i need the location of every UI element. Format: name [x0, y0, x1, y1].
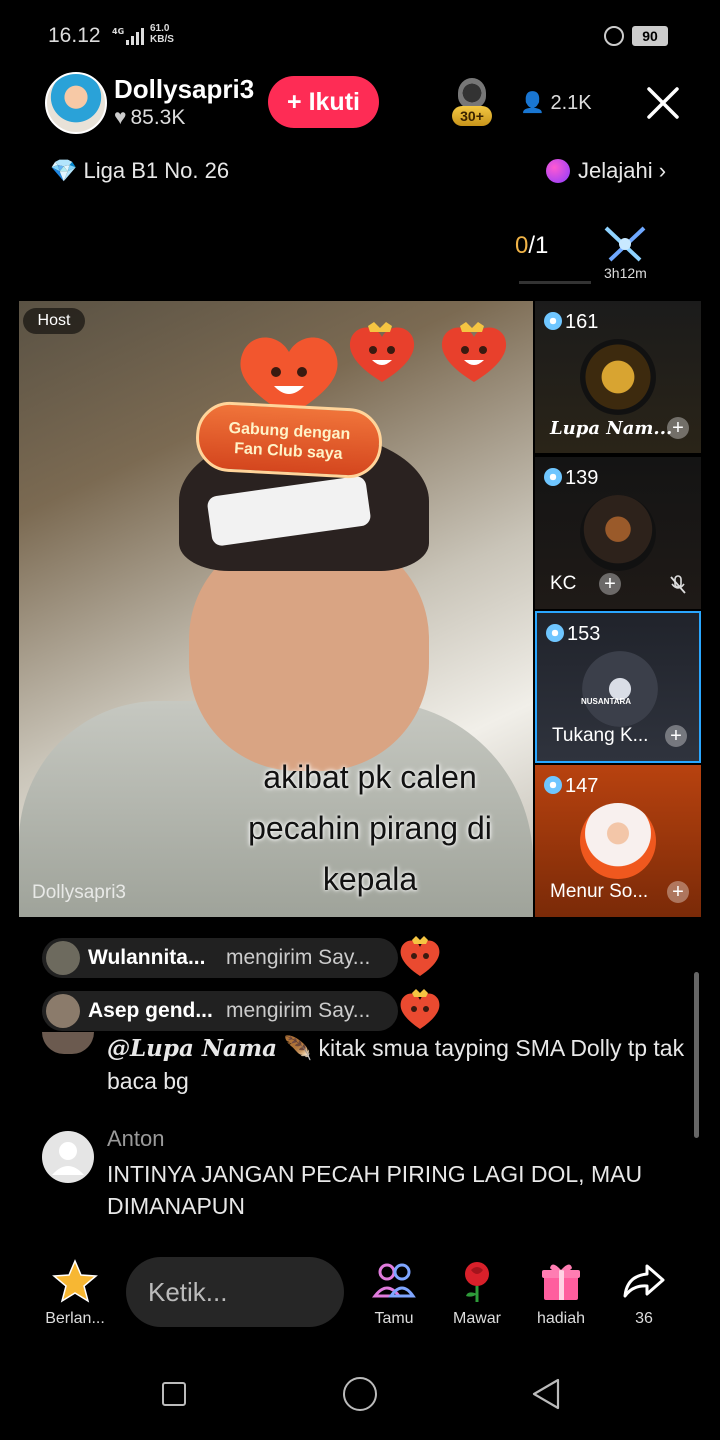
default-user-icon — [52, 1142, 84, 1175]
diamond-icon: 💎 — [50, 158, 78, 183]
gift-box-icon — [542, 1264, 580, 1300]
rotation-lock-icon — [604, 26, 624, 46]
chat-scrollbar[interactable] — [694, 972, 699, 1138]
recent-apps-button[interactable] — [162, 1382, 186, 1406]
guest-name: Lupa Nam... — [550, 418, 673, 439]
gifter-rank-badge[interactable]: 30+ — [448, 78, 496, 128]
battle-timer: 3h12m — [604, 265, 647, 281]
battle-swords-icon[interactable] — [600, 222, 650, 268]
heart-icon: ♥ — [114, 106, 127, 129]
heart-sticker-icon — [349, 322, 415, 382]
comment-text: INTINYA JANGAN PECAH PIRING LAGI DOL, MA… — [107, 1161, 643, 1219]
gifter-avatar — [46, 994, 80, 1028]
guest-avatar-text: NUSANTARA — [581, 697, 632, 706]
heart-gift-icon — [400, 989, 440, 1029]
follow-guest-button[interactable]: + — [667, 881, 689, 903]
network-speed: 61.0 KB/S — [150, 23, 174, 45]
chevron-right-icon: › — [658, 158, 667, 183]
guest-avatar — [582, 651, 658, 727]
video-caption: akibat pk calen pecahin pirang di kepala — [248, 759, 492, 897]
viewer-count[interactable]: 👤 2.1K — [520, 90, 592, 115]
comment-input[interactable]: Ketik... — [126, 1257, 344, 1327]
fan-club-join-banner[interactable]: Gabung dengan Fan Club saya — [194, 400, 384, 480]
gifter-name: Asep gend... — [88, 999, 213, 1022]
comment-user[interactable]: Anton — [107, 1126, 165, 1152]
host-likes: ♥ 85.3K — [114, 106, 186, 129]
favorites-button[interactable]: Berlan... — [34, 1258, 116, 1328]
guests-button[interactable]: Tamu — [353, 1258, 435, 1328]
rank-label: 30+ — [452, 106, 492, 126]
heart-sticker-icon — [441, 322, 507, 382]
guests-icon — [371, 1263, 416, 1298]
guest-slot-2[interactable]: 139 KC + — [535, 457, 701, 609]
heart-gift-icon — [400, 936, 440, 976]
explore-orb-icon — [546, 159, 570, 183]
guest-slot-4[interactable]: 147 Menur So... + — [535, 765, 701, 917]
rose-gift-button[interactable]: Mawar — [436, 1258, 518, 1328]
guest-score: 139 — [544, 467, 598, 490]
gifter-avatar — [46, 941, 80, 975]
share-button[interactable]: 36 — [603, 1258, 685, 1328]
feather-icon: 🪶 — [283, 1035, 313, 1061]
gem-icon — [544, 468, 562, 486]
league-rank[interactable]: 💎 Liga B1 No. 26 — [50, 158, 229, 184]
follow-button[interactable]: + Ikuti — [268, 76, 379, 128]
battle-score: 0/1 — [515, 232, 549, 259]
gem-icon — [544, 312, 562, 330]
guest-score: 147 — [544, 775, 598, 798]
guest-slot-3[interactable]: NUSANTARA 153 Tukang K... + — [535, 611, 701, 763]
rank-medal-icon — [458, 78, 486, 108]
guest-slot-1[interactable]: 161 Lupa Nam... + — [535, 301, 701, 453]
guest-score: 153 — [546, 623, 600, 646]
gem-icon — [544, 776, 562, 794]
signal-icon: 4G — [112, 27, 144, 45]
score-divider — [519, 281, 591, 284]
host-name[interactable]: Dollysapri3 — [114, 74, 254, 105]
guest-avatar — [580, 339, 656, 415]
follow-guest-button[interactable]: + — [665, 725, 687, 747]
commenter-avatar[interactable] — [42, 1131, 94, 1183]
host-avatar[interactable] — [45, 72, 107, 134]
gift-button[interactable]: hadiah — [520, 1258, 602, 1328]
network-type: 4G — [112, 27, 124, 36]
gifter-name: Wulannita... — [88, 946, 206, 969]
star-icon — [52, 1259, 98, 1303]
commenter-avatar[interactable] — [42, 1032, 94, 1054]
gift-action-text: mengirim Say... — [226, 946, 371, 969]
follow-guest-button[interactable]: + — [599, 573, 621, 595]
guest-avatar — [580, 803, 656, 879]
guest-avatar — [580, 495, 656, 571]
close-icon[interactable] — [644, 84, 682, 122]
follow-guest-button[interactable]: + — [667, 417, 689, 439]
gem-icon — [546, 624, 564, 642]
gift-notification[interactable]: Asep gend... mengirim Say... — [42, 991, 398, 1031]
back-icon[interactable] — [530, 1378, 562, 1410]
gift-action-text: mengirim Say... — [226, 999, 371, 1022]
guest-name: Tukang K... — [552, 725, 649, 746]
chat-comment: @Lupa Nama 🪶 kitak smua tayping SMA Doll… — [107, 1032, 687, 1097]
home-button[interactable] — [343, 1377, 377, 1411]
share-icon — [623, 1264, 665, 1298]
rose-icon — [465, 1262, 489, 1302]
person-icon: 👤 — [520, 92, 545, 114]
host-label: Host — [23, 308, 85, 334]
status-time: 16.12 — [48, 24, 101, 47]
guest-score: 161 — [544, 311, 598, 334]
battery-icon: 90 — [632, 26, 668, 46]
video-watermark: Dollysapri3 — [32, 882, 126, 903]
guest-name: Menur So... — [550, 881, 649, 902]
status-bar: 16.12 4G 61.0 KB/S 90 — [0, 0, 720, 72]
comment-user: @Lupa Nama — [107, 1035, 278, 1062]
mic-muted-icon — [670, 575, 686, 594]
gift-notification[interactable]: Wulannita... mengirim Say... — [42, 938, 398, 978]
guest-name: KC — [550, 573, 577, 594]
explore-link[interactable]: Jelajahi › — [546, 158, 666, 184]
